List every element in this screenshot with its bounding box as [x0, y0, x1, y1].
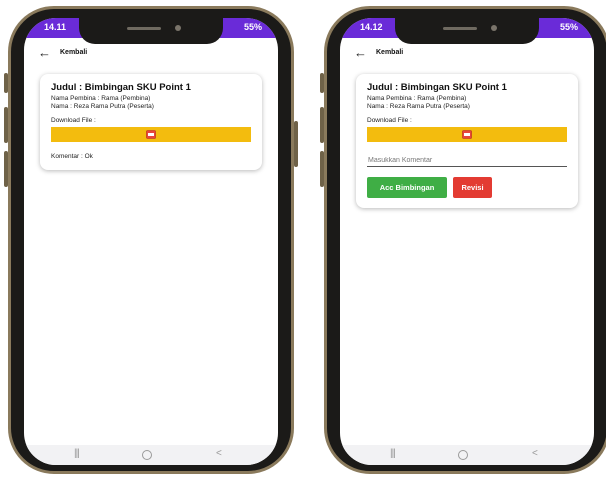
comment-text: Komentar : Ok: [51, 153, 93, 160]
app-bar: ← Kembali: [24, 44, 278, 66]
pembina-name: Nama Pembina : Rama (Pembina): [51, 95, 151, 102]
power-button: [294, 121, 298, 167]
app-bar: ← Kembali: [340, 44, 594, 66]
battery-level: 55%: [559, 22, 578, 32]
pembina-name: Nama Pembina : Rama (Pembina): [367, 95, 467, 102]
speaker-icon: [443, 27, 477, 30]
recent-apps-icon[interactable]: |||: [74, 448, 80, 459]
volume-button: [4, 107, 8, 143]
volume-button: [4, 73, 8, 93]
back-label[interactable]: Kembali: [60, 49, 87, 56]
battery-level: 55%: [243, 22, 262, 32]
camera-icon: [491, 25, 497, 31]
card-title: Judul : Bimbingan SKU Point 1: [51, 82, 191, 93]
volume-button: [320, 107, 324, 143]
pdf-file-icon: [462, 130, 472, 139]
accept-guidance-button[interactable]: Acc Bimbingan: [367, 177, 447, 198]
nav-back-icon[interactable]: <: [216, 448, 222, 459]
screen-right: 14.12 55% ← Kembali Judul : Bimbingan SK…: [340, 18, 594, 465]
nav-back-icon[interactable]: <: [532, 448, 538, 459]
back-label[interactable]: Kembali: [376, 49, 403, 56]
peserta-name: Nama : Reza Rama Putra (Peserta): [51, 103, 154, 110]
comment-input[interactable]: [367, 155, 567, 167]
peserta-name: Nama : Reza Rama Putra (Peserta): [367, 103, 470, 110]
status-time: 14.11: [44, 22, 67, 32]
guidance-card: Judul : Bimbingan SKU Point 1 Nama Pembi…: [40, 74, 262, 170]
status-time: 14.12: [360, 22, 383, 32]
revise-button[interactable]: Revisi: [453, 177, 492, 198]
volume-button: [320, 73, 324, 93]
volume-button: [4, 151, 8, 187]
download-file-button[interactable]: [367, 127, 567, 142]
guidance-card: Judul : Bimbingan SKU Point 1 Nama Pembi…: [356, 74, 578, 208]
camera-icon: [175, 25, 181, 31]
pdf-file-icon: [146, 130, 156, 139]
arrow-left-icon[interactable]: ←: [354, 46, 367, 60]
card-title: Judul : Bimbingan SKU Point 1: [367, 82, 507, 93]
home-icon[interactable]: [142, 450, 152, 460]
download-file-button[interactable]: [51, 127, 251, 142]
home-icon[interactable]: [458, 450, 468, 460]
action-buttons: Acc Bimbingan Revisi: [367, 177, 567, 198]
recent-apps-icon[interactable]: |||: [390, 448, 396, 459]
camera-notch: [79, 18, 223, 44]
download-label: Download File :: [367, 117, 412, 124]
screen-left: 14.11 55% ← Kembali Judul : Bimbingan SK…: [24, 18, 278, 465]
camera-notch: [395, 18, 539, 44]
system-nav-bar: ||| <: [340, 445, 594, 465]
system-nav-bar: ||| <: [24, 445, 278, 465]
phone-frame-left: 14.11 55% ← Kembali Judul : Bimbingan SK…: [4, 6, 298, 474]
download-label: Download File :: [51, 117, 96, 124]
speaker-icon: [127, 27, 161, 30]
arrow-left-icon[interactable]: ←: [38, 46, 51, 60]
phone-frame-right: 14.12 55% ← Kembali Judul : Bimbingan SK…: [320, 6, 606, 474]
volume-button: [320, 151, 324, 187]
